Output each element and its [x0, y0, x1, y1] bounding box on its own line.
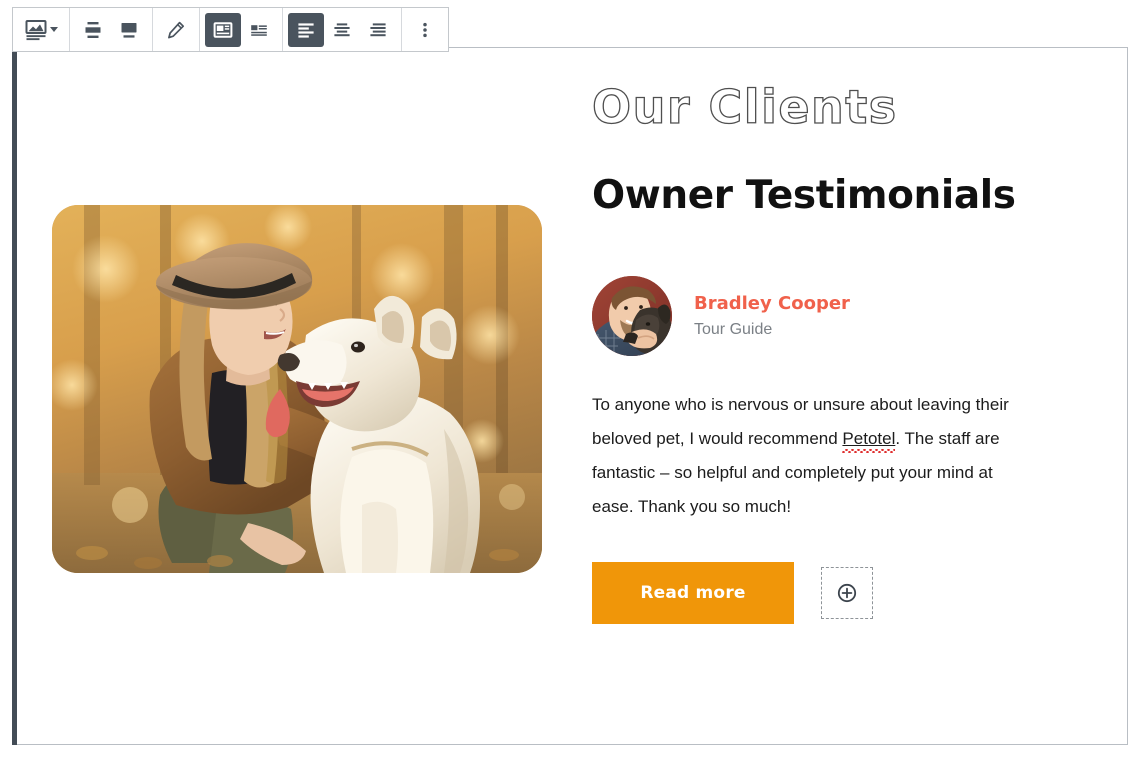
more-options-button[interactable] — [407, 13, 443, 47]
author-meta: Bradley Cooper Tour Guide — [694, 290, 850, 341]
text-column: Our Clients Owner Testimonials Bradley C… — [572, 48, 1127, 744]
media-column — [12, 48, 572, 744]
testimonial-text[interactable]: To anyone who is nervous or unsure about… — [592, 388, 1037, 524]
media-right-icon — [249, 20, 269, 40]
pencil-icon — [166, 20, 186, 40]
align-center-icon — [332, 20, 352, 40]
page-title: Owner Testimonials — [592, 173, 1016, 219]
align-left-icon — [296, 20, 316, 40]
eyebrow-heading: Our Clients — [591, 80, 898, 134]
toolbar-group-block-type — [13, 8, 70, 51]
toolbar-group-media-position — [200, 8, 283, 51]
align-center-button[interactable] — [324, 13, 360, 47]
media-left-button[interactable] — [205, 12, 241, 47]
author-row: Bradley Cooper Tour Guide — [592, 276, 1105, 357]
more-options-icon — [416, 20, 434, 40]
align-right-button[interactable] — [360, 13, 396, 47]
vertical-align-middle-icon — [83, 20, 103, 40]
toolbar-group-text-align — [283, 8, 402, 51]
vertical-align-bottom-button[interactable] — [111, 13, 147, 47]
block-toolbar — [12, 7, 449, 52]
align-right-icon — [368, 20, 388, 40]
toolbar-group-more — [402, 8, 448, 51]
vertical-align-bottom-icon — [119, 20, 139, 40]
misspelled-word: Petotel — [842, 429, 896, 449]
author-role: Tour Guide — [694, 321, 773, 339]
block-selection-bar — [12, 47, 17, 745]
media-left-icon — [213, 20, 233, 40]
testimonial-section: Our Clients Owner Testimonials Bradley C… — [12, 48, 1127, 744]
editor-canvas[interactable]: Our Clients Owner Testimonials Bradley C… — [12, 47, 1128, 745]
image-block-button[interactable] — [18, 13, 64, 47]
read-more-button[interactable]: Read more — [592, 562, 794, 625]
toolbar-group-edit — [153, 8, 200, 51]
hero-image[interactable] — [52, 205, 542, 573]
cta-row: Read more — [592, 562, 1105, 625]
author-name: Bradley Cooper — [694, 293, 850, 315]
edit-button[interactable] — [158, 13, 194, 47]
plus-circle-icon — [836, 582, 858, 604]
vertical-align-middle-button[interactable] — [75, 13, 111, 47]
add-block-button[interactable] — [821, 567, 873, 620]
media-right-button[interactable] — [241, 13, 277, 47]
align-left-button[interactable] — [288, 12, 324, 47]
toolbar-group-vertical-align — [70, 8, 153, 51]
chevron-down-icon — [49, 27, 58, 32]
avatar[interactable] — [592, 276, 672, 357]
image-block-icon — [25, 19, 47, 41]
